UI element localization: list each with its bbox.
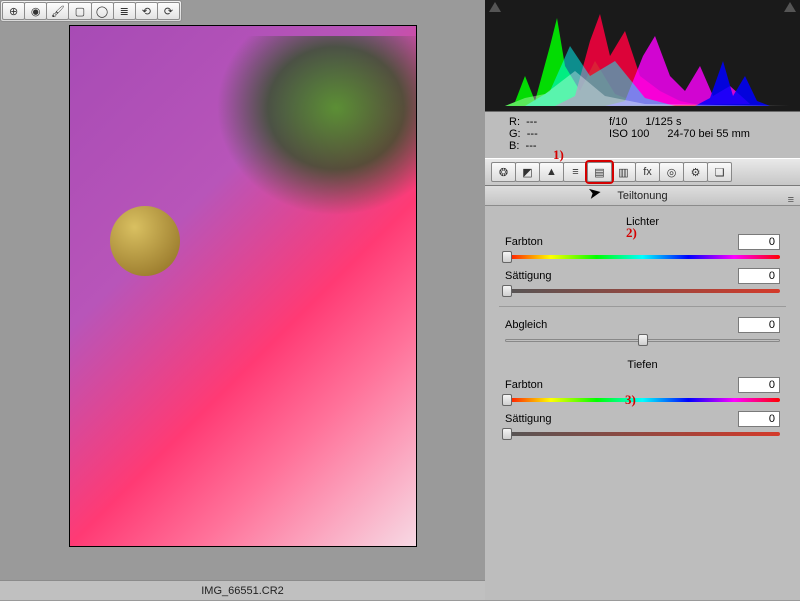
preview-toolbar: ⊕◉🖌▢◯≣⟲⟳ xyxy=(0,0,182,22)
crop-tool-icon[interactable]: ▢ xyxy=(68,2,91,20)
highlights-hue-slider[interactable] xyxy=(505,252,780,262)
b-label: B: xyxy=(509,140,519,152)
highlights-hue-label: Farbton xyxy=(505,236,543,248)
lens-icon[interactable]: ▥ xyxy=(611,162,636,182)
shadows-hue-label: Farbton xyxy=(505,379,543,391)
iso-value: ISO 100 xyxy=(609,128,649,140)
shadows-sat-label: Sättigung xyxy=(505,413,551,425)
divider xyxy=(499,306,786,307)
balance-label: Abgleich xyxy=(505,319,547,331)
balance-slider[interactable] xyxy=(505,335,780,345)
panel-title: Teiltonung xyxy=(617,190,667,202)
histogram[interactable] xyxy=(485,0,800,112)
image-metadata: R: --- f/10 1/125 s G: --- ISO 100 24-70 b… xyxy=(485,112,800,158)
r-value: --- xyxy=(526,116,537,128)
detail-icon[interactable]: ▲ xyxy=(539,162,564,182)
shadows-sat-control: Sättigung xyxy=(505,411,780,439)
annotation-1: 1) xyxy=(553,147,564,163)
lens-value: 24-70 bei 55 mm xyxy=(667,128,750,140)
panel-menu-icon[interactable]: ≡ xyxy=(788,190,794,210)
highlights-hue-control: Farbton xyxy=(505,234,780,262)
list-tool-icon[interactable]: ≣ xyxy=(113,2,136,20)
shadows-hue-slider[interactable] xyxy=(505,395,780,405)
highlights-sat-input[interactable] xyxy=(738,268,780,284)
aperture-icon[interactable]: ❂ xyxy=(491,162,516,182)
filename-label: IMG_66551.CR2 xyxy=(0,580,485,600)
highlights-sat-control: Sättigung xyxy=(505,268,780,296)
aperture-value: f/10 xyxy=(609,116,627,128)
rotate-ccw-icon[interactable]: ⟲ xyxy=(135,2,158,20)
target-tool-icon[interactable]: ⊕ xyxy=(2,2,25,20)
preview-pane: ⊕◉🖌▢◯≣⟲⟳ IMG_66551.CR2 xyxy=(0,0,485,600)
brush-tool-icon[interactable]: 🖌 xyxy=(46,2,69,20)
fx-icon[interactable]: fx xyxy=(635,162,660,182)
sliders-icon[interactable]: ⚙ xyxy=(683,162,708,182)
tonecurve-icon[interactable]: ◩ xyxy=(515,162,540,182)
shadows-hue-control: Farbton xyxy=(505,377,780,405)
highlights-title: Lichter xyxy=(505,216,780,228)
camera-icon[interactable]: ◎ xyxy=(659,162,684,182)
highlights-sat-label: Sättigung xyxy=(505,270,551,282)
presets-icon[interactable]: ❏ xyxy=(707,162,732,182)
annotation-2: 2) xyxy=(626,225,637,241)
rotate-cw-icon[interactable]: ⟳ xyxy=(157,2,180,20)
histogram-graph xyxy=(495,6,790,106)
b-value: --- xyxy=(526,140,537,152)
shadows-sat-input[interactable] xyxy=(738,411,780,427)
hsl-icon[interactable]: ≡ xyxy=(563,162,588,182)
shadows-sat-slider[interactable] xyxy=(505,429,780,439)
annotation-3: 3) xyxy=(625,392,636,408)
image-preview[interactable] xyxy=(70,26,416,546)
panel-toolbar: ❂◩▲≡▤▥fx◎⚙❏ xyxy=(485,158,800,186)
r-label: R: xyxy=(509,116,520,128)
g-value: --- xyxy=(527,128,538,140)
canvas-area[interactable] xyxy=(0,24,485,579)
balance-input[interactable] xyxy=(738,317,780,333)
panel-body: Lichter Farbton Sättigung Abgleich Tiefe… xyxy=(485,206,800,455)
eye-tool-icon[interactable]: ◉ xyxy=(24,2,47,20)
splittone-icon[interactable]: ▤ xyxy=(587,162,612,182)
shadows-hue-input[interactable] xyxy=(738,377,780,393)
highlights-sat-slider[interactable] xyxy=(505,286,780,296)
shadows-title: Tiefen xyxy=(505,359,780,371)
highlights-hue-input[interactable] xyxy=(738,234,780,250)
shutter-value: 1/125 s xyxy=(645,116,681,128)
ellipse-tool-icon[interactable]: ◯ xyxy=(91,2,114,20)
g-label: G: xyxy=(509,128,521,140)
adjustments-pane: R: --- f/10 1/125 s G: --- ISO 100 24-70 b… xyxy=(485,0,800,600)
balance-control: Abgleich xyxy=(505,317,780,345)
panel-header: Teiltonung ≡ xyxy=(485,186,800,206)
